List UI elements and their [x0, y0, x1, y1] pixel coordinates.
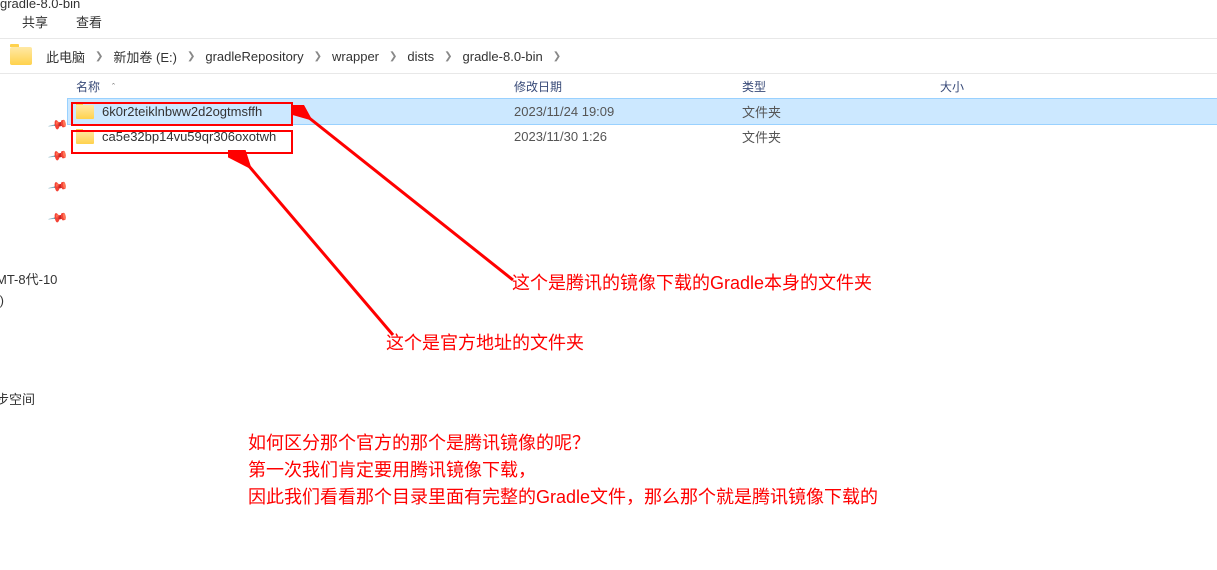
- breadcrumb-item[interactable]: gradleRepository: [201, 46, 307, 67]
- chevron-right-icon[interactable]: ❯: [387, 51, 399, 62]
- left-sidebar: 📌 📌 📌 📌 MT-8代-10 :) 步空间: [0, 75, 68, 570]
- chevron-right-icon[interactable]: ❯: [93, 51, 105, 62]
- pin-icon[interactable]: 📌: [47, 114, 69, 136]
- toolbar: 此电脑 ❯ 新加卷 (E:) ❯ gradleRepository ❯ wrap…: [0, 38, 1217, 74]
- menu-share[interactable]: 共享: [22, 12, 48, 31]
- cell-type: 文件夹: [734, 127, 932, 146]
- pin-icon[interactable]: 📌: [47, 207, 69, 229]
- annotation-text: 这个是官方地址的文件夹: [386, 330, 584, 357]
- table-row[interactable]: ca5e32bp14vu59qr306oxotwh 2023/11/30 1:2…: [68, 124, 1217, 149]
- chevron-right-icon[interactable]: ❯: [185, 51, 197, 62]
- table-row[interactable]: 6k0r2teiklnbww2d2ogtmsffh 2023/11/24 19:…: [68, 99, 1217, 124]
- column-headers: 名称 ˆ 修改日期 类型 大小: [68, 75, 1217, 99]
- cell-type: 文件夹: [734, 102, 932, 121]
- annotation-text: 这个是腾讯的镜像下载的Gradle本身的文件夹: [512, 270, 872, 297]
- column-name[interactable]: 名称 ˆ: [68, 78, 506, 95]
- column-size[interactable]: 大小: [932, 78, 1052, 95]
- folder-icon[interactable]: [10, 47, 32, 65]
- file-list: 名称 ˆ 修改日期 类型 大小 6k0r2teiklnbww2d2ogtmsff…: [68, 75, 1217, 570]
- breadcrumb-item[interactable]: 新加卷 (E:): [109, 44, 181, 69]
- breadcrumb-item[interactable]: wrapper: [328, 46, 383, 67]
- breadcrumb: 此电脑 ❯ 新加卷 (E:) ❯ gradleRepository ❯ wrap…: [42, 44, 563, 69]
- breadcrumb-item[interactable]: gradle-8.0-bin: [459, 46, 547, 67]
- folder-icon: [76, 105, 94, 119]
- breadcrumb-item[interactable]: 此电脑: [42, 44, 89, 69]
- chevron-right-icon[interactable]: ❯: [442, 51, 454, 62]
- pin-icon[interactable]: 📌: [47, 176, 69, 198]
- chevron-right-icon[interactable]: ❯: [551, 51, 563, 62]
- annotation-arrow: [228, 150, 408, 350]
- folder-icon: [76, 130, 94, 144]
- menu-view[interactable]: 查看: [76, 12, 102, 31]
- column-type[interactable]: 类型: [734, 78, 932, 95]
- sort-arrow-icon: ˆ: [112, 82, 115, 92]
- annotation-text: 如何区分那个官方的那个是腾讯镜像的呢？ 第一次我们肯定要用腾讯镜像下载， 因此我…: [248, 430, 878, 511]
- column-date[interactable]: 修改日期: [506, 78, 734, 95]
- pin-icon[interactable]: 📌: [47, 145, 69, 167]
- chevron-right-icon[interactable]: ❯: [312, 51, 324, 62]
- cell-date: 2023/11/30 1:26: [506, 129, 734, 144]
- breadcrumb-item[interactable]: dists: [403, 46, 438, 67]
- cell-name: ca5e32bp14vu59qr306oxotwh: [68, 129, 506, 144]
- menu-bar: 共享 查看: [0, 8, 124, 35]
- left-text: 步空间: [0, 389, 35, 408]
- cell-date: 2023/11/24 19:09: [506, 104, 734, 119]
- left-text: MT-8代-10 :): [0, 270, 57, 312]
- cell-name: 6k0r2teiklnbww2d2ogtmsffh: [68, 104, 506, 119]
